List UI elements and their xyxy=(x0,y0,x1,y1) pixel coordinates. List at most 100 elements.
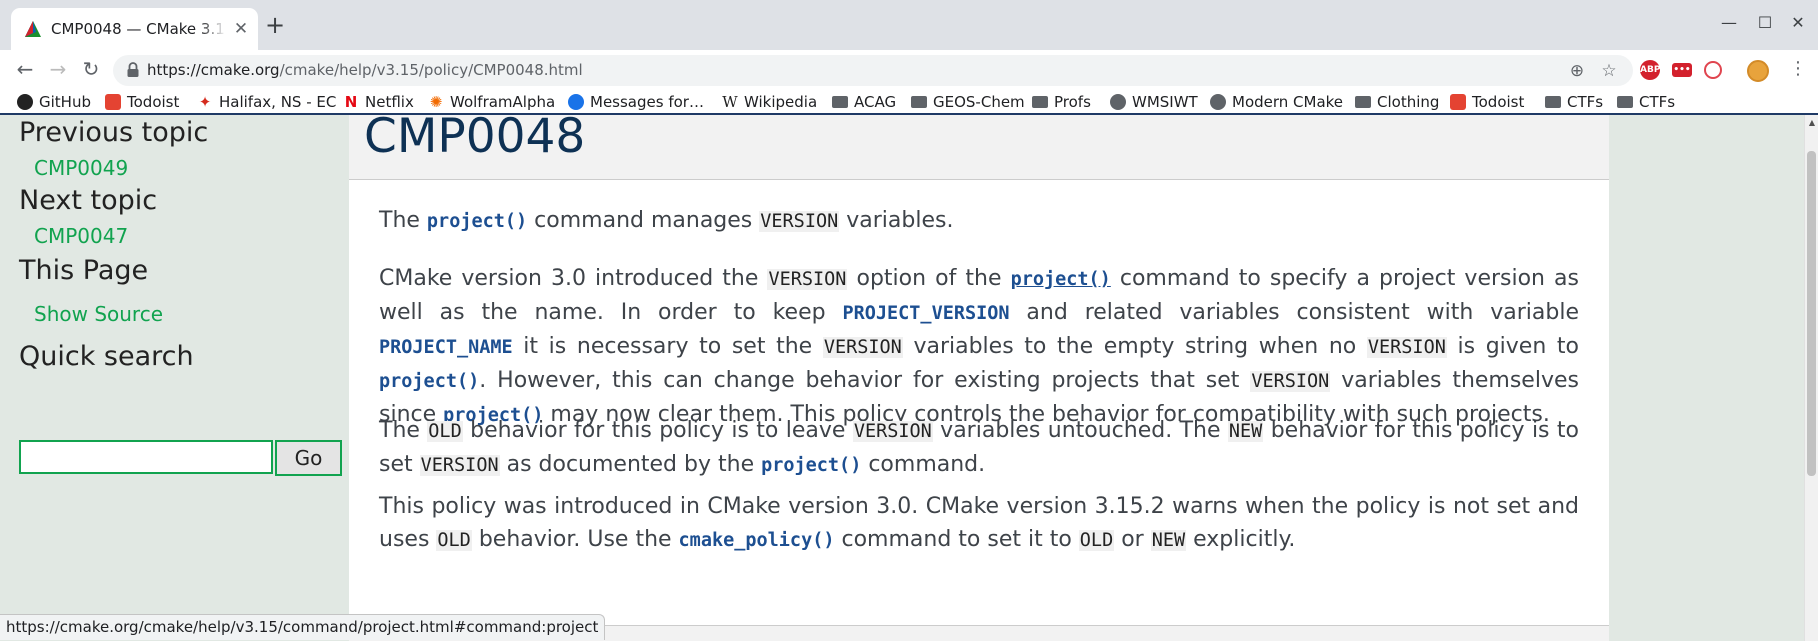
project-name-variable-link[interactable]: PROJECT_NAME xyxy=(379,337,513,358)
text: The xyxy=(379,208,427,233)
inline-code: VERSION xyxy=(419,455,500,476)
inline-code: VERSION xyxy=(759,211,840,232)
paragraph-2: CMake version 3.0 introduced the VERSION… xyxy=(379,262,1579,432)
bookmark-ctfs-2[interactable]: CTFs xyxy=(1617,91,1675,113)
bookmark-todoist-2[interactable]: Todoist xyxy=(1450,91,1524,113)
scrollbar-thumb[interactable] xyxy=(1807,151,1816,476)
title-bar: CMP0048 xyxy=(349,115,1609,180)
inline-code: NEW xyxy=(1227,421,1264,442)
url-path: /cmake/help/v3.15/policy/CMP0048.html xyxy=(279,61,583,79)
folder-icon xyxy=(1545,96,1561,108)
bookmarks-bar: GitHub Todoist ✦ Halifax, NS - EC N Netf… xyxy=(0,91,1818,113)
project-version-variable-link[interactable]: PROJECT_VERSION xyxy=(842,303,1009,324)
back-arrow-icon[interactable]: ← xyxy=(11,55,39,83)
text: behavior. Use the xyxy=(471,527,679,552)
inline-code: VERSION xyxy=(852,421,933,442)
bookmark-messages[interactable]: Messages for… xyxy=(568,91,704,113)
text: option of the xyxy=(847,266,1011,291)
next-topic-heading: Next topic xyxy=(19,185,158,216)
paragraph-4: This policy was introduced in CMake vers… xyxy=(379,490,1579,557)
adblock-icon[interactable]: ABP xyxy=(1640,60,1660,80)
zoom-icon[interactable]: ⊕ xyxy=(1565,59,1589,83)
inline-code: VERSION xyxy=(767,269,848,290)
prev-topic-link[interactable]: CMP0049 xyxy=(34,156,128,180)
project-command-link[interactable]: project() xyxy=(1011,269,1111,290)
show-source-link[interactable]: Show Source xyxy=(34,302,163,326)
inline-code: NEW xyxy=(1150,530,1187,551)
bookmark-label: Halifax, NS - EC xyxy=(219,93,337,111)
bookmark-acag[interactable]: ACAG xyxy=(832,91,896,113)
text: . However, this can change behavior for … xyxy=(479,368,1251,393)
maximize-icon[interactable]: ☐ xyxy=(1752,12,1778,34)
inline-code: OLD xyxy=(427,421,463,442)
vertical-scrollbar[interactable]: ▲ xyxy=(1804,115,1818,641)
globe-icon xyxy=(1110,94,1126,110)
bookmark-ctfs[interactable]: CTFs xyxy=(1545,91,1603,113)
status-url-bubble: https://cmake.org/cmake/help/v3.15/comma… xyxy=(0,614,606,640)
project-command-link[interactable]: project() xyxy=(761,455,861,476)
bookmark-github[interactable]: GitHub xyxy=(17,91,91,113)
bookmark-label: Clothing xyxy=(1377,93,1440,111)
bookmark-profs[interactable]: Profs xyxy=(1032,91,1091,113)
shield-icon[interactable] xyxy=(1704,61,1722,79)
bookmark-label: Wikipedia xyxy=(744,93,818,111)
search-input[interactable] xyxy=(19,440,273,474)
bookmark-clothing[interactable]: Clothing xyxy=(1355,91,1439,113)
wikipedia-icon: W xyxy=(722,93,738,111)
text: variables. xyxy=(839,208,954,233)
menu-kebab-icon[interactable]: ⋮ xyxy=(1784,55,1812,83)
bookmark-netflix[interactable]: N Netflix xyxy=(343,91,414,113)
doc-page: Previous topic CMP0049 Next topic CMP004… xyxy=(0,115,1804,641)
bookmark-label: GEOS-Chem xyxy=(933,93,1025,111)
prev-topic-heading: Previous topic xyxy=(19,117,209,148)
page-title: CMP0048 xyxy=(364,115,586,164)
bookmark-wikipedia[interactable]: W Wikipedia xyxy=(722,91,817,113)
bookmark-label: CTFs xyxy=(1567,93,1604,111)
forward-arrow-icon[interactable]: → xyxy=(44,55,72,83)
bookmark-halifax[interactable]: ✦ Halifax, NS - EC xyxy=(197,91,337,113)
go-button[interactable]: Go xyxy=(275,440,342,476)
window-close-icon[interactable]: ✕ xyxy=(1785,12,1811,34)
project-command-link[interactable]: project() xyxy=(379,371,479,392)
browser-tab[interactable]: CMP0048 — CMake 3.15.2 Documentation ✕ xyxy=(11,8,258,50)
tab-strip: CMP0048 — CMake 3.15.2 Documentation ✕ +… xyxy=(0,0,1818,50)
paragraph-1: The project() command manages VERSION va… xyxy=(379,204,1579,238)
bookmark-label: Todoist xyxy=(1472,93,1525,111)
project-command-link[interactable]: project() xyxy=(427,211,527,232)
bookmark-label: ACAG xyxy=(854,93,897,111)
scroll-up-icon[interactable]: ▲ xyxy=(1806,115,1818,131)
bookmark-todoist[interactable]: Todoist xyxy=(105,91,179,113)
text: command to set it to xyxy=(834,527,1079,552)
bookmark-label: CTFs xyxy=(1639,93,1676,111)
paragraph-3: The OLD behavior for this policy is to l… xyxy=(379,414,1579,482)
text: CMake version 3.0 introduced the xyxy=(379,266,768,291)
cmake-policy-command-link[interactable]: cmake_policy() xyxy=(679,530,835,551)
bookmark-label: Netflix xyxy=(365,93,414,111)
text: variables to the empty string when no xyxy=(902,334,1367,359)
inline-code: VERSION xyxy=(822,337,903,358)
bookmark-star-icon[interactable]: ☆ xyxy=(1597,59,1621,83)
avatar[interactable] xyxy=(1747,60,1769,82)
extension-red-icon[interactable]: ••• xyxy=(1672,63,1692,77)
close-tab-icon[interactable]: ✕ xyxy=(230,18,252,40)
folder-icon xyxy=(832,96,848,108)
inline-code: OLD xyxy=(436,530,472,551)
reload-icon[interactable]: ↻ xyxy=(77,55,105,83)
bookmark-wolframalpha[interactable]: ✺ WolframAlpha xyxy=(428,91,556,113)
bookmark-modern-cmake[interactable]: Modern CMake xyxy=(1210,91,1343,113)
this-page-heading: This Page xyxy=(19,255,149,286)
bookmark-wmsiwt[interactable]: WMSIWT xyxy=(1110,91,1198,113)
new-tab-icon[interactable]: + xyxy=(262,12,288,38)
folder-icon xyxy=(1617,96,1633,108)
next-topic-link[interactable]: CMP0047 xyxy=(34,224,128,248)
folder-icon xyxy=(1355,96,1371,108)
address-bar[interactable]: https://cmake.org/cmake/help/v3.15/polic… xyxy=(113,55,1633,86)
text: behavior for this policy is to leave xyxy=(462,418,853,443)
text: it is necessary to set the xyxy=(512,334,823,359)
github-icon xyxy=(17,94,33,110)
cmake-logo-icon xyxy=(25,21,41,37)
minimize-icon[interactable]: — xyxy=(1716,12,1742,34)
bookmark-label: WolframAlpha xyxy=(450,93,556,111)
wolfram-icon: ✺ xyxy=(429,93,443,111)
bookmark-geos-chem[interactable]: GEOS-Chem xyxy=(911,91,1025,113)
